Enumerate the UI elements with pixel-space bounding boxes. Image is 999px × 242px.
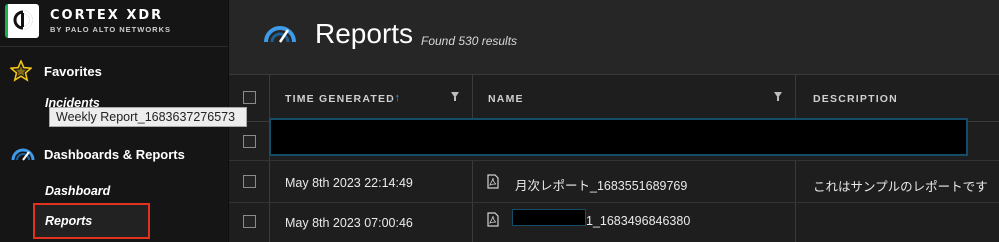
- row-divider: [229, 202, 999, 203]
- reports-gauge-icon: [263, 22, 297, 51]
- pdf-icon: [487, 174, 499, 194]
- column-divider: [472, 160, 473, 242]
- row-divider: [229, 160, 999, 161]
- reports-label: Reports: [45, 214, 93, 228]
- filter-icon-name-stem: [777, 97, 779, 101]
- select-all-checkbox[interactable]: [243, 91, 256, 104]
- column-divider: [472, 74, 473, 122]
- column-description[interactable]: DESCRIPTION: [813, 93, 898, 105]
- nav-dashboards-reports[interactable]: Dashboards & Reports: [0, 140, 228, 168]
- brand-header[interactable]: CORTEX XDR BY PALO ALTO NETWORKS: [0, 0, 228, 47]
- column-time-generated[interactable]: TIME GENERATED: [285, 93, 395, 105]
- gauge-icon: [10, 144, 36, 169]
- star-icon: [9, 58, 33, 87]
- row-2-time: May 8th 2023 07:00:46: [285, 216, 413, 230]
- brand-title: CORTEX XDR: [50, 8, 164, 23]
- brand-subtitle: BY PALO ALTO NETWORKS: [50, 25, 172, 34]
- row-checkbox[interactable]: [243, 175, 256, 188]
- row-1-description: これはサンプルのレポートです: [813, 180, 988, 194]
- reports-table: TIME GENERATED ↓↑ NAME DESCRIPTION May 8…: [229, 74, 999, 242]
- result-count: Found 530 results: [421, 34, 518, 48]
- filter-input-redacted[interactable]: [269, 118, 968, 156]
- row-1-time: May 8th 2023 22:14:49: [285, 176, 413, 190]
- page-title: Reports: [315, 18, 414, 49]
- redaction-block: [512, 209, 586, 226]
- tooltip: Weekly Report_1683637276573: [49, 107, 247, 127]
- column-name[interactable]: NAME: [488, 93, 524, 105]
- filter-row-checkbox[interactable]: [243, 135, 256, 148]
- table-header: TIME GENERATED ↓↑ NAME DESCRIPTION: [229, 74, 999, 122]
- pdf-icon: [487, 212, 499, 232]
- row-1-name-link[interactable]: 月次レポート_1683551689769: [515, 175, 687, 194]
- cortex-logo: [5, 4, 39, 38]
- column-divider: [795, 160, 796, 242]
- column-divider: [795, 74, 796, 122]
- dashboards-reports-label: Dashboards & Reports: [44, 147, 185, 162]
- favorites-label: Favorites: [44, 64, 102, 79]
- sort-icon[interactable]: ↓↑: [389, 92, 400, 104]
- nav-favorites[interactable]: Favorites: [0, 58, 228, 84]
- filter-icon-time-stem: [454, 97, 456, 101]
- nav-dashboard[interactable]: Dashboard: [45, 184, 110, 198]
- column-divider: [269, 74, 270, 242]
- row-2-name-link[interactable]: 1_1683496846380: [586, 214, 690, 228]
- row-checkbox[interactable]: [243, 215, 256, 228]
- nav-reports-active[interactable]: Reports: [33, 203, 150, 239]
